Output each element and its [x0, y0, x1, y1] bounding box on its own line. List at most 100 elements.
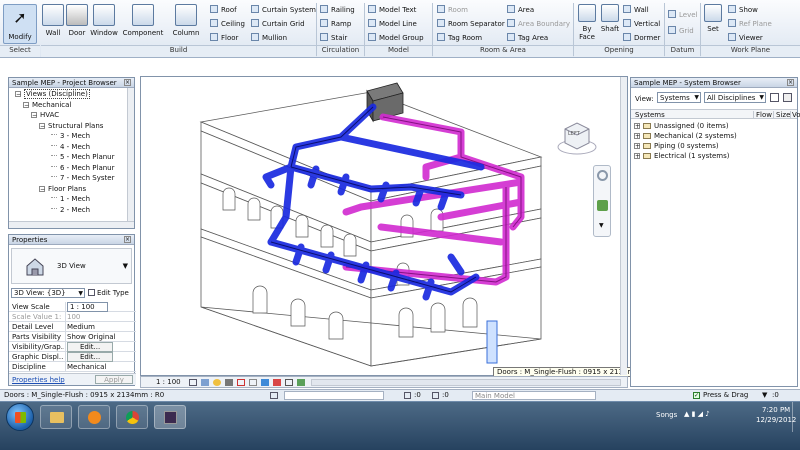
show-desktop-button[interactable] — [792, 402, 800, 432]
tag-area-button[interactable]: Tag Area — [507, 33, 548, 42]
chevron-down-icon[interactable]: ▼ — [599, 222, 604, 229]
detail-level-icon[interactable] — [189, 379, 197, 386]
3d-viewport[interactable]: LEFT ▼ Doors : M_Single-Flush : 0915 x 2… — [140, 76, 662, 377]
col-flow[interactable]: Flow — [753, 111, 772, 119]
temporary-hide-icon[interactable] — [261, 379, 269, 386]
property-value[interactable]: 100 — [67, 312, 80, 322]
settings-icon[interactable] — [783, 93, 792, 102]
ramp-button[interactable]: Ramp — [320, 19, 351, 28]
shaft-button[interactable]: Shaft — [599, 4, 621, 33]
collapse-toggle-icon[interactable]: − — [23, 101, 29, 108]
stair-button[interactable]: Stair — [320, 33, 347, 42]
close-icon[interactable]: × — [124, 236, 131, 243]
editable-only-icon[interactable] — [432, 392, 439, 399]
clock-date[interactable]: 12/29/2012 — [756, 416, 796, 424]
floor-button[interactable]: Floor — [210, 33, 238, 42]
system-item[interactable]: + Mechanical (2 systems) — [634, 131, 754, 141]
set-button[interactable]: Set — [703, 4, 723, 33]
col-systems[interactable]: Systems — [635, 111, 665, 119]
tree-item[interactable]: 2 - Mech — [11, 205, 126, 216]
vertical-button[interactable]: Vertical — [623, 19, 660, 28]
status-field[interactable] — [284, 391, 384, 400]
wall-opening-button[interactable]: Wall — [623, 5, 649, 14]
viewer-button[interactable]: Viewer — [728, 33, 763, 42]
workset-icon[interactable] — [270, 392, 278, 399]
expand-toggle-icon[interactable]: + — [634, 143, 640, 150]
horizontal-scrollbar[interactable] — [311, 379, 621, 386]
view-cube[interactable]: LEFT — [557, 117, 597, 157]
view-scale[interactable]: 1 : 100 — [156, 377, 181, 388]
model-group-button[interactable]: Model Group — [368, 33, 424, 42]
tree-item[interactable]: 6 - Mech Planur — [11, 163, 126, 174]
songs-toolbar-label[interactable]: Songs — [656, 411, 677, 419]
sun-path-icon[interactable] — [213, 379, 221, 386]
view-dropdown[interactable]: Systems ▼ — [657, 92, 701, 103]
col-volume[interactable]: Vo — [790, 111, 800, 119]
tree-item[interactable]: 5 - Mech Planur — [11, 152, 126, 163]
room-separator-button[interactable]: Room Separator — [437, 19, 505, 28]
start-button[interactable] — [6, 403, 34, 431]
wall-button[interactable]: Wall — [41, 4, 65, 37]
taskbar-chrome[interactable] — [116, 405, 148, 429]
design-options-icon[interactable] — [404, 392, 411, 399]
tree-item[interactable]: − Views (Discipline) — [11, 89, 126, 100]
clock-time[interactable]: 7:20 PM — [762, 406, 790, 414]
expand-toggle-icon[interactable]: + — [634, 133, 640, 140]
taskbar-media-player[interactable] — [78, 405, 110, 429]
tree-item[interactable]: 4 - Mech — [11, 142, 126, 153]
apply-button[interactable]: Apply — [95, 375, 133, 384]
model-line-button[interactable]: Model Line — [368, 19, 417, 28]
property-value[interactable]: Edit... — [67, 342, 114, 352]
property-value[interactable]: 1 : 100 — [67, 302, 108, 312]
property-value[interactable]: Show Original — [67, 332, 116, 342]
tree-item[interactable]: − HVAC — [11, 110, 126, 121]
shadows-icon[interactable] — [225, 379, 233, 386]
system-item[interactable]: + Piping (0 systems) — [634, 141, 754, 151]
project-browser-scrollbar[interactable] — [127, 88, 134, 221]
model-dropdown[interactable]: Main Model — [472, 391, 596, 400]
press-drag-checkbox[interactable]: ✓ — [693, 392, 700, 399]
lock-view-icon[interactable] — [285, 379, 293, 386]
model-text-button[interactable]: Model Text — [368, 5, 416, 14]
system-item[interactable]: + Unassigned (0 items) — [634, 121, 754, 131]
close-icon[interactable]: × — [787, 79, 794, 86]
crop-view-icon[interactable] — [237, 379, 245, 386]
property-value[interactable]: Mechanical — [67, 362, 106, 372]
tree-item[interactable]: − Structural Plans — [11, 121, 126, 132]
railing-button[interactable]: Railing — [320, 5, 355, 14]
grid-button[interactable]: Grid — [668, 26, 694, 35]
filter-icon[interactable]: ▼ — [762, 392, 767, 399]
tree-item[interactable]: − Floor Plans — [11, 184, 126, 195]
roof-button[interactable]: Roof — [210, 5, 237, 14]
by-face-button[interactable]: By Face — [576, 4, 598, 41]
tree-item[interactable]: 1 - Mech — [11, 194, 126, 205]
property-value[interactable]: Edit... — [67, 352, 114, 362]
show-button[interactable]: Show — [728, 5, 758, 14]
area-boundary-button[interactable]: Area Boundary — [507, 19, 570, 28]
close-icon[interactable]: × — [124, 79, 131, 86]
room-button[interactable]: Room — [437, 5, 468, 14]
dormer-button[interactable]: Dormer — [623, 33, 660, 42]
curtain-grid-button[interactable]: Curtain Grid — [251, 19, 305, 28]
window-button[interactable]: Window — [89, 4, 119, 37]
tray-icons[interactable]: ▲ ▮ ◢ ♪ — [684, 410, 710, 418]
door-button[interactable]: Door — [66, 4, 88, 37]
project-browser-hscrollbar[interactable] — [9, 221, 134, 228]
edit-type-button[interactable]: Edit Type — [88, 288, 129, 298]
reveal-hidden-icon[interactable] — [273, 379, 281, 386]
tag-room-button[interactable]: Tag Room — [437, 33, 482, 42]
visual-style-icon[interactable] — [201, 379, 209, 386]
level-button[interactable]: Level — [668, 10, 697, 19]
column-button[interactable]: Column — [170, 4, 202, 37]
collapse-toggle-icon[interactable]: − — [15, 91, 21, 98]
property-value[interactable]: Medium — [67, 322, 95, 332]
collapse-toggle-icon[interactable]: − — [39, 122, 45, 129]
tree-item[interactable]: − Mechanical — [11, 100, 126, 111]
area-button[interactable]: Area — [507, 5, 534, 14]
ceiling-button[interactable]: Ceiling — [210, 19, 245, 28]
expand-toggle-icon[interactable]: + — [634, 153, 640, 160]
expand-toggle-icon[interactable]: + — [634, 123, 640, 130]
properties-help-link[interactable]: Properties help — [12, 376, 65, 384]
analysis-icon[interactable] — [297, 379, 305, 386]
zoom-icon[interactable] — [597, 200, 608, 211]
